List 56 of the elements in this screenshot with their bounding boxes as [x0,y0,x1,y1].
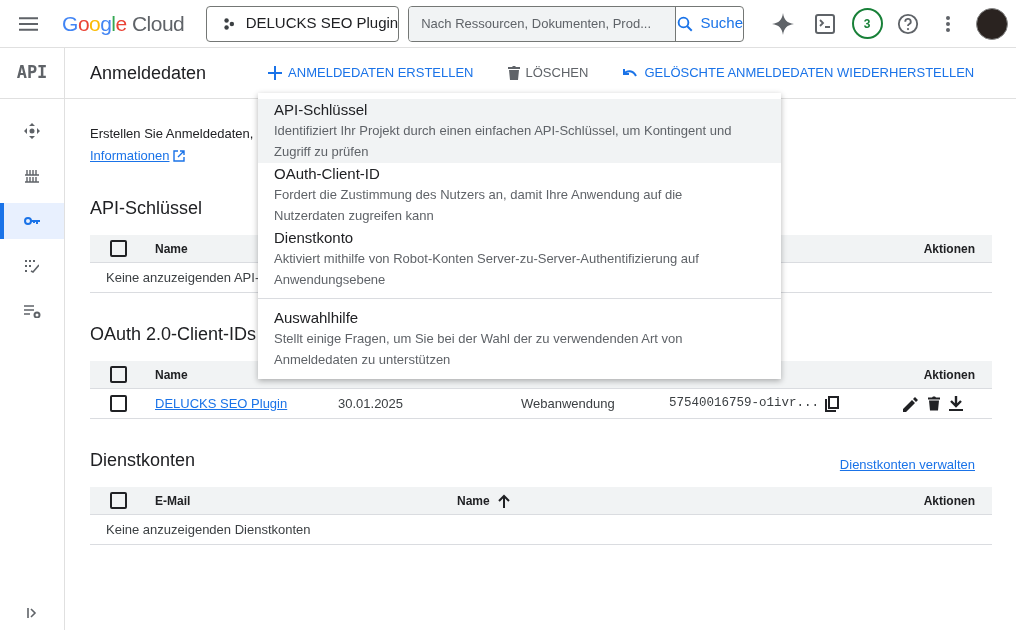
logo[interactable]: Google Cloud [62,7,185,40]
column-header[interactable]: Name [155,239,188,258]
section-title: OAuth 2.0-Client-IDs [90,323,257,346]
menu-item[interactable]: Dienstkonto Aktiviert mithilfe von Robot-Konten Server-zu-Server-Authentifizierung auf Anwendungsebene [258,227,781,291]
delete-icon[interactable] [928,396,940,411]
api-label: API [16,61,48,85]
trash-icon [507,66,520,80]
column-header[interactable]: Name [457,491,490,510]
section-title: Dienstkonten [90,449,196,472]
checklist-icon[interactable] [25,259,39,273]
terminal-icon[interactable] [815,13,835,34]
empty-message: Keine anzuzeigenden Dienstkonten [106,520,311,539]
toolbar-button[interactable]: ANMELDEDATEN ERSTELLEN [268,63,474,83]
edit-icon[interactable] [903,395,919,412]
download-icon[interactable] [949,396,963,411]
menu-item[interactable]: API-Schlüssel Identifiziert Ihr Projekt durch einen einfachen API-Schlüssel, um Kontingent und Zugriff zu prüfen [258,99,781,163]
more-icon[interactable] [946,15,950,32]
external-link-icon [172,150,185,162]
table-cell-text: Webanwendung [521,394,616,413]
client-id: 57540016759-o1ivr... [669,395,820,413]
checkbox[interactable] [110,395,127,412]
section-title: API-Schlüssel [90,197,203,220]
library-icon[interactable] [25,169,39,183]
notification-badge[interactable]: 3 [851,8,883,39]
client-name-link[interactable]: DELUCKS SEO Plugin [155,393,338,414]
toolbar-button[interactable]: GELÖSCHTE ANMELDEDATEN WIEDERHERSTELLEN [622,63,975,83]
menu-item[interactable]: Auswahlhilfe Stellt einige Fragen, um Sie bei der Wahl der zu verwendenden Art von Anmeldedaten zu unterstützen [258,307,781,371]
column-header[interactable]: Aktionen [923,491,975,510]
move-icon[interactable] [24,123,40,139]
help-icon[interactable] [897,12,919,35]
checkbox[interactable] [110,366,127,383]
project-picker[interactable]: DELUCKS SEO Plugin [206,5,400,42]
expand-sidebar-icon[interactable] [27,608,37,618]
page-title: Anmeldedaten [90,61,207,85]
checkbox[interactable] [110,492,127,509]
copy-icon[interactable] [825,395,840,412]
sort-up-icon[interactable] [497,493,510,508]
menu-item[interactable]: OAuth-Client-ID Fordert die Zustimmung des Nutzers an, damit Ihre Anwendung auf die Nutzerdaten zugreifen kann [258,163,781,227]
undo-icon [622,68,639,78]
table-cell-text: 30.01.2025 [338,394,405,413]
menu-icon[interactable] [19,16,39,31]
checkbox[interactable] [110,240,127,257]
column-header[interactable]: E-Mail [155,491,191,510]
column-header[interactable]: Aktionen [923,365,975,384]
column-header[interactable]: Name [155,365,188,384]
intro-text: Erstellen Sie Anmeldedaten, [90,125,254,143]
info-link[interactable]: Informationen [90,145,185,167]
key-icon[interactable] [24,216,40,226]
column-header[interactable]: Aktionen [923,239,975,258]
plus-icon [268,66,283,80]
sidebar-item[interactable] [0,203,64,239]
settings-list-icon[interactable] [23,304,41,318]
avatar[interactable] [976,7,1008,40]
project-icon [223,16,236,31]
manage-link[interactable]: Dienstkonten verwalten [839,454,975,474]
empty-message: Keine anzuzeigenden API- [106,268,260,287]
